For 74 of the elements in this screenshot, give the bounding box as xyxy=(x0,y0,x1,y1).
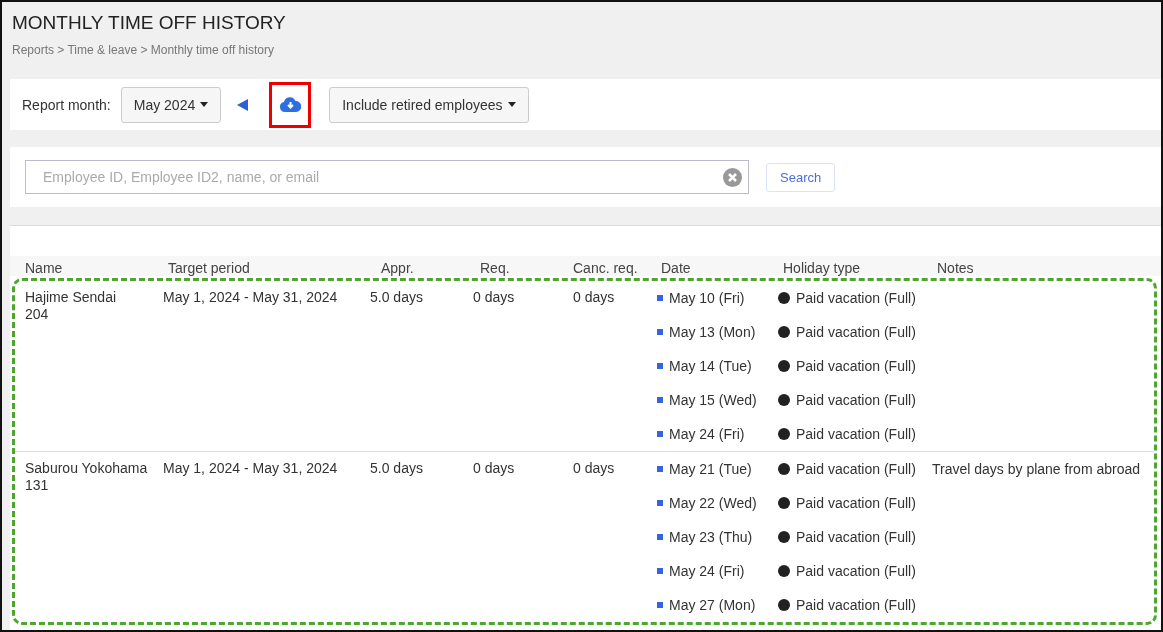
table-cell-text: 0 days xyxy=(573,459,616,478)
page-title: MONTHLY TIME OFF HISTORY xyxy=(12,12,287,34)
holiday-type: Paid vacation (Full) xyxy=(796,426,916,442)
dot-icon xyxy=(778,428,790,440)
date-text: May 13 (Mon) xyxy=(669,324,756,340)
date-text: May 23 (Thu) xyxy=(669,529,753,545)
square-icon xyxy=(657,329,663,335)
holiday-type: Paid vacation (Full) xyxy=(796,358,916,374)
dot-icon xyxy=(778,463,790,475)
date-text: May 24 (Fri) xyxy=(669,426,745,442)
notes-text: Travel days by plane from abroad xyxy=(932,461,1141,477)
dot-icon xyxy=(778,599,790,611)
date-text: May 15 (Wed) xyxy=(669,392,757,408)
dot-icon xyxy=(778,565,790,577)
cloud-download-icon xyxy=(279,97,301,112)
caret-icon xyxy=(507,102,516,107)
table-cell-text: 0 days xyxy=(573,288,616,307)
square-icon xyxy=(657,568,663,574)
column-header: Date xyxy=(660,260,692,276)
table-cell-text: May 1, 2024 - May 31, 2024 xyxy=(163,288,339,307)
dot-icon xyxy=(778,531,790,543)
holiday-type: Paid vacation (Full) xyxy=(796,563,916,579)
employee-id: 204 xyxy=(25,306,50,323)
dot-icon xyxy=(778,292,790,304)
table-cell-text: May 1, 2024 - May 31, 2024 xyxy=(163,459,339,478)
retired-employees-dropdown[interactable]: Include retired employees xyxy=(329,86,529,123)
square-icon xyxy=(657,466,663,472)
employee-id: 131 xyxy=(25,477,50,494)
date-text: May 14 (Tue) xyxy=(669,358,752,374)
dot-icon xyxy=(778,394,790,406)
column-header: Target period xyxy=(167,260,251,276)
holiday-type: Paid vacation (Full) xyxy=(796,495,916,511)
square-icon xyxy=(657,431,663,437)
search-field[interactable]: Employee ID, Employee ID2, name, or email xyxy=(25,160,749,194)
holiday-type: Paid vacation (Full) xyxy=(796,392,916,408)
square-icon xyxy=(657,500,663,506)
table-cell-text: 0 days xyxy=(473,288,516,307)
column-header: Canc. req. xyxy=(573,260,639,276)
dot-icon xyxy=(778,326,790,338)
date-text: May 10 (Fri) xyxy=(669,290,745,306)
breadcrumb: Reports > Time & leave > Monthly time off history xyxy=(12,43,275,57)
month-dropdown[interactable]: May 2024 xyxy=(120,86,222,123)
table-cell-text: 0 days xyxy=(473,459,516,478)
column-header: Name xyxy=(25,260,64,276)
column-header: Appr. xyxy=(380,260,415,276)
report-month-label: Report month: xyxy=(22,96,111,113)
dot-icon xyxy=(778,360,790,372)
employee-name: Hajime Sendai xyxy=(25,288,118,306)
holiday-type: Paid vacation (Full) xyxy=(796,290,916,306)
square-icon xyxy=(657,363,663,369)
previous-month-icon[interactable] xyxy=(237,98,250,111)
square-icon xyxy=(657,602,663,608)
holiday-type: Paid vacation (Full) xyxy=(796,461,916,477)
date-text: May 21 (Tue) xyxy=(669,461,752,477)
dot-icon xyxy=(778,497,790,509)
download-button[interactable] xyxy=(269,81,312,128)
table-cell-text: 5.0 days xyxy=(370,459,424,478)
caret-icon xyxy=(200,102,209,107)
square-icon xyxy=(657,397,663,403)
holiday-type: Paid vacation (Full) xyxy=(796,597,916,613)
table-cell-text: 5.0 days xyxy=(370,288,424,307)
column-header: Req. xyxy=(479,260,511,276)
date-text: May 24 (Fri) xyxy=(669,563,745,579)
holiday-type: Paid vacation (Full) xyxy=(796,529,916,545)
column-header: Holiday type xyxy=(782,260,862,276)
date-text: May 27 (Mon) xyxy=(669,597,756,613)
column-header: Notes xyxy=(936,260,975,276)
square-icon xyxy=(657,295,663,301)
holiday-type: Paid vacation (Full) xyxy=(796,324,916,340)
search-button[interactable]: Search xyxy=(766,162,836,192)
clear-icon[interactable] xyxy=(723,167,742,187)
square-icon xyxy=(657,534,663,540)
date-text: May 22 (Wed) xyxy=(669,495,757,511)
employee-name: Saburou Yokohama xyxy=(25,459,149,477)
